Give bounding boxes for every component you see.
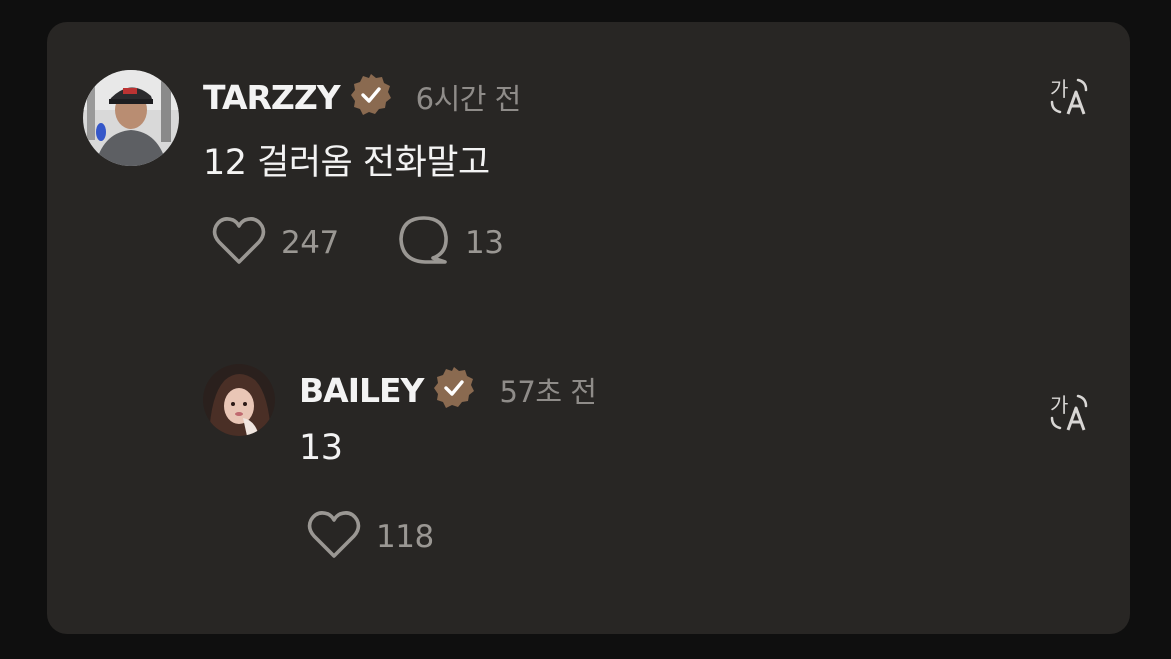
timestamp: 57초 전 [499,375,597,409]
comment-header: TARZZY 6시간 전 [203,72,522,122]
like-button[interactable]: 118 [306,510,434,564]
avatar[interactable] [83,70,179,166]
comment-text: 13 [299,428,343,468]
verified-badge-icon [431,365,477,415]
comment-text: 12 걸러옴 전화말고 [203,143,490,183]
heart-icon [211,216,267,270]
avatar[interactable] [203,364,275,436]
username[interactable]: TARZZY [203,78,341,117]
reply-count: 13 [465,225,504,261]
translate-icon[interactable]: 가 [1048,390,1090,436]
heart-icon [306,510,362,564]
translate-icon[interactable]: 가 [1048,74,1090,120]
comment-tarzzy: TARZZY 6시간 전 가 12 걸러옴 전화말고 247 13 [47,22,1130,322]
svg-text:가: 가 [1050,77,1068,101]
verified-badge-icon [348,72,394,122]
reply-button[interactable]: 13 [397,215,504,271]
like-button[interactable]: 247 [211,216,339,270]
comment-bailey: BAILEY 57초 전 가 13 118 [47,352,1130,622]
username[interactable]: BAILEY [299,371,424,410]
comment-bubble-icon [397,215,451,271]
like-count: 118 [376,519,434,555]
timestamp: 6시간 전 [415,82,522,116]
comment-header: BAILEY 57초 전 [299,365,597,415]
comments-card: TARZZY 6시간 전 가 12 걸러옴 전화말고 247 13 BAILEY… [47,22,1130,634]
like-count: 247 [281,225,339,261]
svg-text:가: 가 [1050,393,1068,417]
